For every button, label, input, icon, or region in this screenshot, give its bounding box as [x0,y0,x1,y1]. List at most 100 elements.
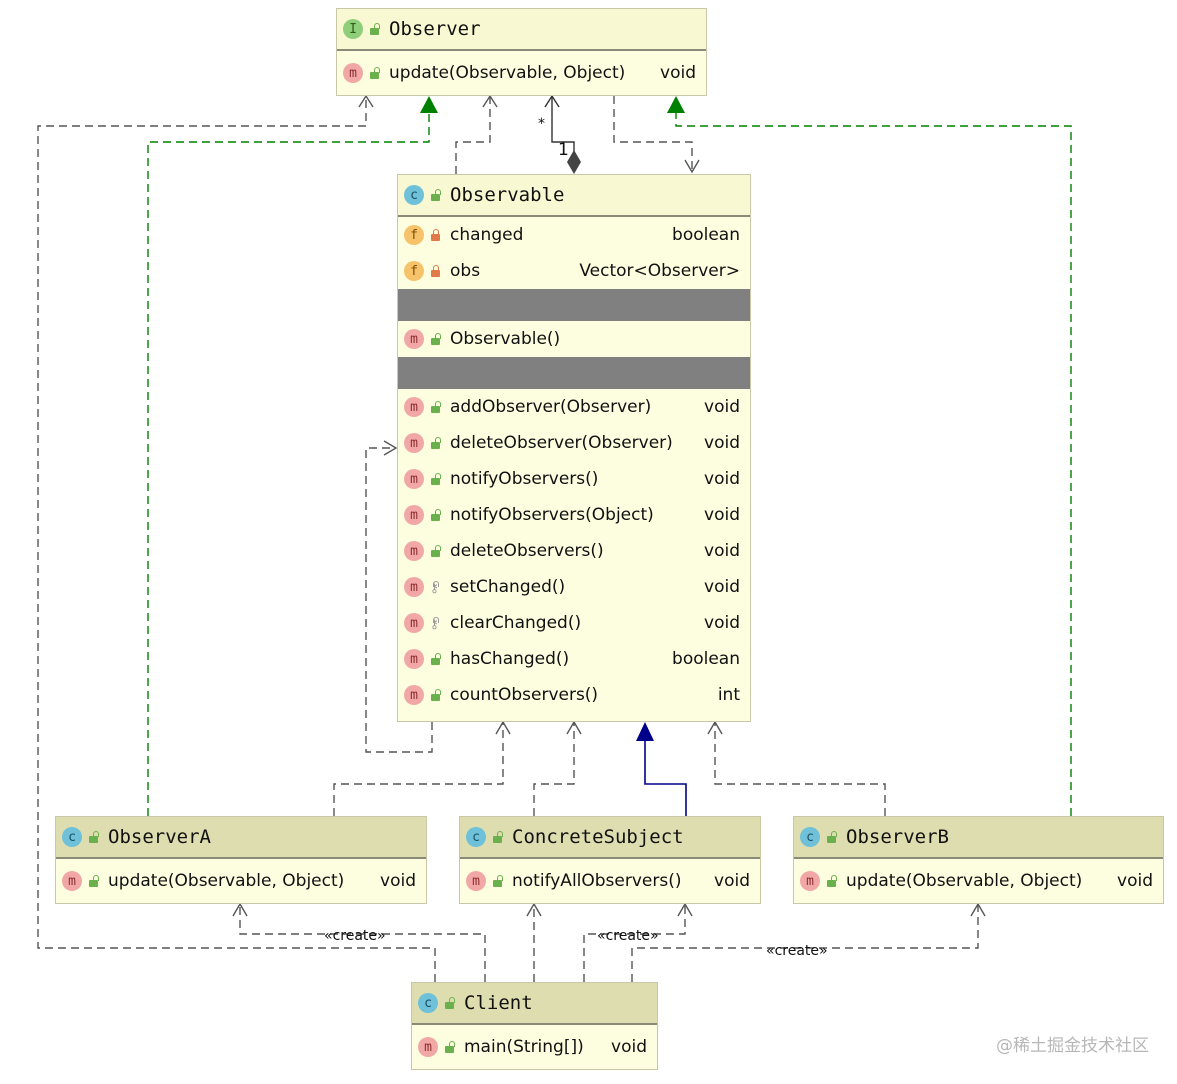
method-icon: m [62,871,82,891]
class-header: c ObserverB [794,817,1163,859]
method-row[interactable]: m hasChanged() boolean [398,641,750,677]
method-name: clearChanged() [450,613,582,633]
realization-observera [147,112,430,816]
field-row[interactable]: f obs Vector<Observer> [398,253,750,289]
method-type: void [704,397,740,417]
method-row[interactable]: m countObservers() int [398,677,750,713]
public-icon [492,831,503,843]
create-label-concrete: «create» [597,928,659,944]
public-icon [369,23,380,35]
method-row[interactable]: m update(Observable, Object) void [794,859,1163,903]
method-icon: m [404,505,424,525]
method-row[interactable]: m notifyObservers() void [398,461,750,497]
method-row[interactable]: m deleteObservers() void [398,533,750,569]
method-name: notifyAllObservers() [512,871,682,891]
method-row[interactable]: m main(String[]) void [412,1025,657,1069]
section-separator [398,357,750,389]
create-label-observerb: «create» [766,943,828,959]
class-icon: c [466,827,486,847]
method-name: update(Observable, Object) [389,63,626,83]
class-observable[interactable]: c Observable f changed boolean f obs Vec… [397,174,751,722]
multiplicity-one-label: 1 [558,140,569,160]
method-row[interactable]: m ⚷ setChanged() void [398,569,750,605]
method-icon: m [404,397,424,417]
method-icon: m [800,871,820,891]
method-icon: m [404,541,424,561]
protected-key-icon: ⚷ [430,581,439,595]
method-row[interactable]: m deleteObserver(Observer) void [398,425,750,461]
composition-diamond [567,150,581,174]
dep-concrete-observable [533,722,575,816]
public-icon [430,401,441,413]
class-name: ObserverB [846,826,949,848]
method-name: deleteObserver(Observer) [450,433,673,453]
runnable-class-icon: c [418,993,438,1013]
class-client[interactable]: c Client m main(String[]) void [411,982,658,1070]
class-icon: c [62,827,82,847]
dep-observerb-observable [714,722,886,816]
method-type: void [704,433,740,453]
class-name: Observer [389,18,481,40]
public-icon [369,67,380,79]
inheritance-concrete [644,740,687,816]
method-icon: m [404,469,424,489]
method-row[interactable]: m update(Observable, Object) void [337,51,706,95]
class-observer-b[interactable]: c ObserverB m update(Observable, Object)… [793,816,1164,904]
public-icon [88,831,99,843]
public-icon [826,875,837,887]
class-header: c ConcreteSubject [460,817,760,859]
method-row[interactable]: m notifyObservers(Object) void [398,497,750,533]
method-icon: m [404,649,424,669]
public-icon [444,1041,455,1053]
method-icon: m [466,871,486,891]
method-icon: m [404,613,424,633]
method-type: void [704,505,740,525]
class-name: Client [464,992,533,1014]
class-name: ConcreteSubject [512,826,684,848]
class-observer[interactable]: I Observer m update(Observable, Object) … [336,8,707,96]
method-name: deleteObservers() [450,541,604,561]
private-icon [430,265,440,277]
class-icon: c [800,827,820,847]
method-type: void [611,1037,647,1057]
method-icon: m [404,577,424,597]
method-name: countObservers() [450,685,599,705]
public-icon [826,831,837,843]
method-row[interactable]: m ⚷ clearChanged() void [398,605,750,641]
method-type: boolean [672,649,740,669]
class-concrete-subject[interactable]: c ConcreteSubject m notifyAllObservers()… [459,816,761,904]
constructor-name: Observable() [450,329,561,349]
public-icon [88,875,99,887]
field-row[interactable]: f changed boolean [398,217,750,253]
method-type: void [704,613,740,633]
field-type: boolean [672,225,740,245]
public-icon [492,875,503,887]
public-icon [430,189,441,201]
method-type: void [380,871,416,891]
method-name: setChanged() [450,577,566,597]
method-type: int [717,685,740,705]
method-icon: m [343,63,363,83]
class-icon: c [404,185,424,205]
method-name: update(Observable, Object) [846,871,1083,891]
class-observer-a[interactable]: c ObserverA m update(Observable, Object)… [55,816,427,904]
method-name: addObserver(Observer) [450,397,652,417]
method-row[interactable]: m update(Observable, Object) void [56,859,426,903]
interface-icon: I [343,19,363,39]
method-name: main(String[]) [464,1037,584,1057]
method-row[interactable]: m notifyAllObservers() void [460,859,760,903]
method-type: void [660,63,696,83]
method-name: notifyObservers() [450,469,599,489]
class-header: c Observable [398,175,750,217]
method-type: void [704,577,740,597]
public-icon [430,653,441,665]
public-icon [430,437,441,449]
constructor-row[interactable]: m Observable() [398,321,750,357]
public-icon [430,333,441,345]
field-name: changed [450,225,524,245]
method-row[interactable]: m addObserver(Observer) void [398,389,750,425]
protected-key-icon: ⚷ [430,617,439,631]
class-header: I Observer [337,9,706,51]
class-header: c Client [412,983,657,1025]
field-type: Vector<Observer> [579,261,740,281]
